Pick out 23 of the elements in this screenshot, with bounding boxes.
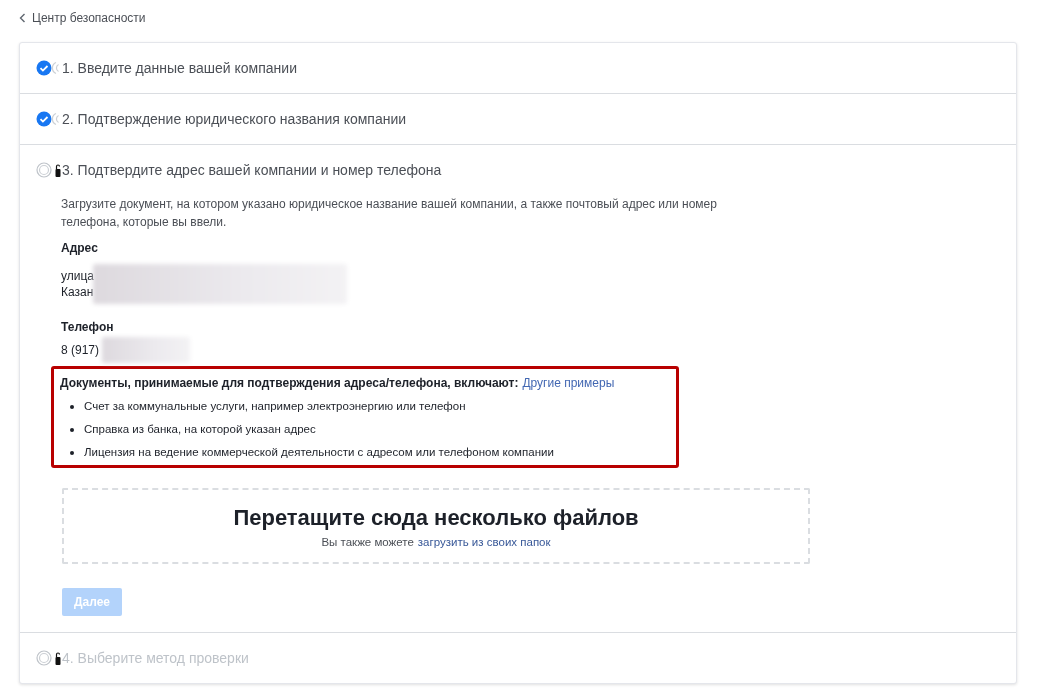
dropzone-title: Перетащите сюда несколько файлов — [233, 504, 639, 531]
dropzone-hint: Вы также можете — [321, 535, 414, 548]
phone-number: 8 (917) — [61, 343, 100, 357]
instructions-text: Загрузите документ, на котором указано юридическое название вашей компании, а также почтовый адрес или номер телефона, которые вы ввели. — [61, 196, 718, 231]
address-line: улица — [61, 268, 94, 284]
file-dropzone[interactable]: Перетащите сюда несколько файлов Вы также можете загрузить из своих папок — [62, 488, 810, 564]
phone-label: Телефон — [61, 320, 115, 334]
bullet-icon — [70, 450, 74, 455]
address-line: Казан — [61, 284, 94, 300]
upload-link[interactable]: загрузить из своих папок — [417, 535, 551, 548]
bullet-icon — [70, 427, 74, 432]
address-label: Адрес — [61, 241, 99, 255]
chevron-left-icon — [19, 13, 26, 23]
step-title[interactable]: 1. Введите данные вашей компании — [62, 60, 297, 76]
documents-heading: Документы, принимаемые для подтверждения адреса/телефона, включают: — [60, 375, 519, 391]
step-title[interactable]: 3. Подтвердите адрес вашей компании и номер телефона — [62, 162, 442, 178]
step-title[interactable]: 2. Подтверждение юридического названия компании — [62, 111, 407, 127]
document-item: Счет за коммунальные услуги, например электроэнергию или телефон — [84, 399, 466, 414]
document-item: Справка из банка, на которой указан адрес — [84, 422, 316, 437]
document-item: Лицензия на ведение коммерческой деятельности с адресом или телефоном компании — [84, 445, 554, 460]
more-examples-link[interactable]: Другие примеры — [522, 375, 615, 391]
bullet-icon — [70, 404, 74, 409]
back-link[interactable]: Центр безопасности — [19, 8, 146, 28]
